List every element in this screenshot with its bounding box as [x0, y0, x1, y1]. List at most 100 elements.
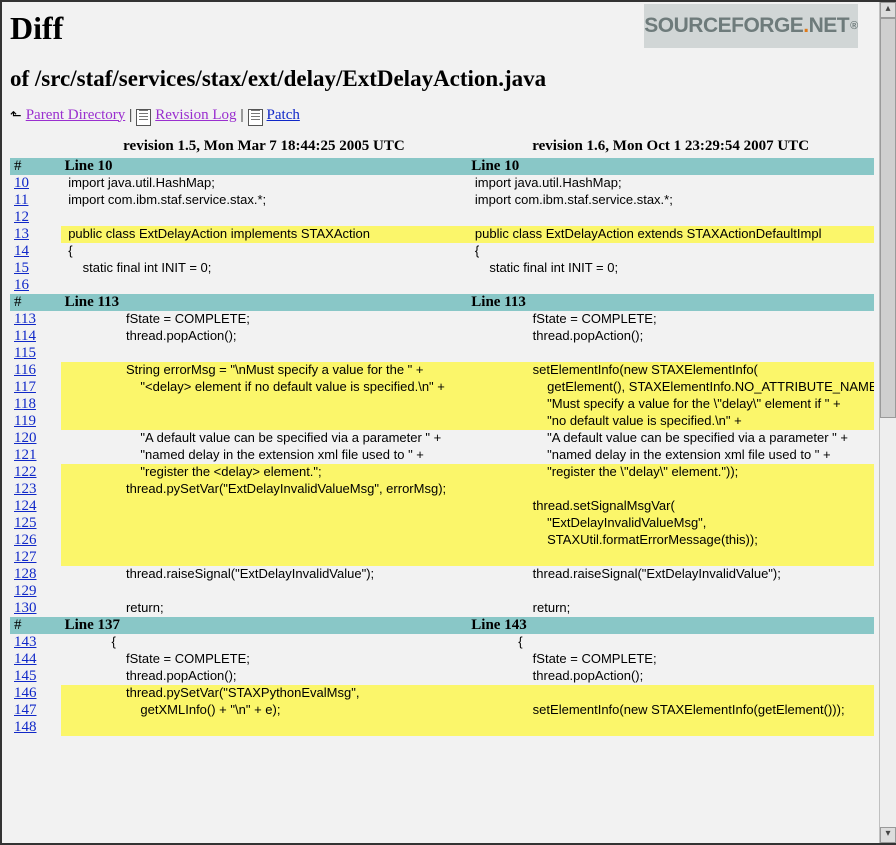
line-number-link[interactable]: 144	[14, 651, 37, 667]
app-frame: ▴ ▾ SOURCEFORGE.NET® Diff of /src/staf/s…	[0, 0, 896, 845]
line-number-cell: 129	[10, 583, 61, 600]
line-number-link[interactable]: 12	[14, 209, 29, 225]
scroll-up-button[interactable]: ▴	[880, 2, 896, 18]
line-number-link[interactable]: 127	[14, 549, 37, 565]
vertical-scrollbar[interactable]: ▴ ▾	[879, 2, 896, 843]
line-number-link[interactable]: 129	[14, 583, 37, 599]
line-number-link[interactable]: 126	[14, 532, 37, 548]
line-number-cell: 13	[10, 226, 61, 243]
scroll-thumb[interactable]	[880, 18, 896, 418]
diff-cell-right	[467, 685, 874, 702]
diff-row: 10 import java.util.HashMap; import java…	[10, 175, 874, 192]
revision-log-link[interactable]: Revision Log	[155, 107, 236, 124]
diff-cell-left: thread.popAction();	[61, 328, 468, 345]
line-number-link[interactable]: 128	[14, 566, 37, 582]
scroll-down-button[interactable]: ▾	[880, 827, 896, 843]
diff-cell-right	[467, 583, 874, 600]
diff-row: 117 "<delay> element if no default value…	[10, 379, 874, 396]
diff-cell-left	[61, 396, 468, 413]
line-number-link[interactable]: 13	[14, 226, 29, 242]
diff-row: 124 thread.setSignalMsgVar(	[10, 498, 874, 515]
diff-cell-left: {	[61, 243, 468, 260]
logo-text-1: SOURCEFORGE	[644, 14, 803, 38]
line-number-link[interactable]: 130	[14, 600, 37, 616]
line-number-link[interactable]: 114	[14, 328, 36, 344]
diff-cell-right: return;	[467, 600, 874, 617]
diff-cell-right: "ExtDelayInvalidValueMsg",	[467, 515, 874, 532]
line-number-link[interactable]: 145	[14, 668, 37, 684]
line-number-link[interactable]: 117	[14, 379, 36, 395]
diff-cell-right	[467, 345, 874, 362]
diff-cell-right: STAXUtil.formatErrorMessage(this));	[467, 532, 874, 549]
line-number-link[interactable]: 115	[14, 345, 36, 361]
diff-cell-right: {	[467, 243, 874, 260]
line-number-cell: 148	[10, 719, 61, 736]
diff-row: 120 "A default value can be specified vi…	[10, 430, 874, 447]
patch-link[interactable]: Patch	[267, 107, 300, 124]
line-number-link[interactable]: 123	[14, 481, 37, 497]
line-number-link[interactable]: 119	[14, 413, 36, 429]
line-number-link[interactable]: 113	[14, 311, 36, 327]
diff-cell-left: "<delay> element if no default value is …	[61, 379, 468, 396]
diff-row: 148	[10, 719, 874, 736]
diff-cell-right: import java.util.HashMap;	[467, 175, 874, 192]
line-number-link[interactable]: 147	[14, 702, 37, 718]
separator: |	[241, 107, 244, 124]
diff-cell-left	[61, 583, 468, 600]
line-number-cell: 144	[10, 651, 61, 668]
line-number-link[interactable]: 125	[14, 515, 37, 531]
line-number-link[interactable]: 15	[14, 260, 29, 276]
line-number-link[interactable]: 148	[14, 719, 37, 735]
line-number-link[interactable]: 11	[14, 192, 28, 208]
diff-row: 123 thread.pySetVar("ExtDelayInvalidValu…	[10, 481, 874, 498]
line-number-cell: 122	[10, 464, 61, 481]
diff-cell-right: "no default value is specified.\n" +	[467, 413, 874, 430]
line-number-link[interactable]: 118	[14, 396, 36, 412]
line-number-link[interactable]: 14	[14, 243, 29, 259]
diff-cell-left	[61, 515, 468, 532]
separator: |	[129, 107, 132, 124]
diff-cell-left	[61, 549, 468, 566]
line-number-link[interactable]: 120	[14, 430, 37, 446]
line-number-cell: 119	[10, 413, 61, 430]
diff-cell-left: fState = COMPLETE;	[61, 651, 468, 668]
diff-cell-right: fState = COMPLETE;	[467, 651, 874, 668]
line-number-cell: 14	[10, 243, 61, 260]
diff-row: 147 getXMLInfo() + "\n" + e); setElement…	[10, 702, 874, 719]
diff-row: 12	[10, 209, 874, 226]
diff-cell-right	[467, 209, 874, 226]
diff-row: 14 { {	[10, 243, 874, 260]
diff-row: 122 "register the <delay> element."; "re…	[10, 464, 874, 481]
line-number-link[interactable]: 124	[14, 498, 37, 514]
sourceforge-logo[interactable]: SOURCEFORGE.NET®	[644, 4, 858, 48]
revision-right: revision 1.6, Mon Oct 1 23:29:54 2007 UT…	[467, 138, 874, 158]
line-number-link[interactable]: 16	[14, 277, 29, 293]
diff-cell-right: setElementInfo(new STAXElementInfo(getEl…	[467, 702, 874, 719]
line-number-link[interactable]: 146	[14, 685, 37, 701]
revision-header-row: revision 1.5, Mon Mar 7 18:44:25 2005 UT…	[10, 138, 874, 158]
document-icon	[136, 109, 151, 126]
diff-row: 143 { {	[10, 634, 874, 651]
line-number-cell: 146	[10, 685, 61, 702]
hash-cell: #	[10, 294, 61, 311]
diff-cell-left	[61, 209, 468, 226]
diff-cell-left: import com.ibm.staf.service.stax.*;	[61, 192, 468, 209]
line-number-cell: 130	[10, 600, 61, 617]
line-number-cell: 128	[10, 566, 61, 583]
page-title-path: of /src/staf/services/stax/ext/delay/Ext…	[10, 65, 874, 93]
parent-directory-link[interactable]: Parent Directory	[26, 107, 126, 124]
logo-text-2: NET	[809, 14, 850, 38]
diff-row: 130 return; return;	[10, 600, 874, 617]
diff-row: 125 "ExtDelayInvalidValueMsg",	[10, 515, 874, 532]
up-arrow-icon: ⬑	[10, 108, 22, 125]
line-number-link[interactable]: 10	[14, 175, 29, 191]
scroll-track[interactable]	[880, 18, 896, 827]
diff-section-header: #Line 113Line 113	[10, 294, 874, 311]
line-number-link[interactable]: 122	[14, 464, 37, 480]
diff-cell-right: setElementInfo(new STAXElementInfo(	[467, 362, 874, 379]
line-label-left: Line 137	[61, 617, 468, 634]
line-number-link[interactable]: 121	[14, 447, 37, 463]
diff-cell-right	[467, 481, 874, 498]
line-number-link[interactable]: 116	[14, 362, 36, 378]
line-number-link[interactable]: 143	[14, 634, 37, 650]
